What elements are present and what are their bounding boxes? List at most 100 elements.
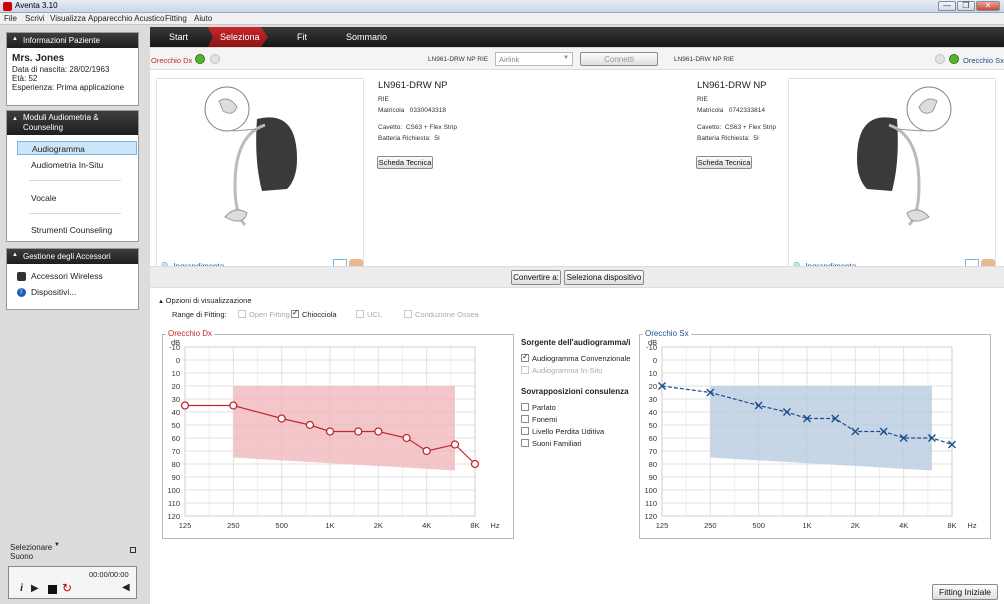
tab-sommario[interactable]: Sommario xyxy=(346,32,387,42)
stop-icon[interactable] xyxy=(48,585,57,594)
detach-icon[interactable] xyxy=(130,547,136,553)
right-battery: 5I xyxy=(434,135,440,142)
play-icon[interactable]: ▶ xyxy=(31,583,43,595)
hearing-aid-image xyxy=(857,86,952,227)
overlay-livello-label: Livello Perdita Uditiva xyxy=(532,427,605,437)
y-tick-label: 90 xyxy=(649,473,657,482)
x-tick-label: 8K xyxy=(947,521,956,530)
overlay-livello-checkbox[interactable]: Livello Perdita Uditiva xyxy=(521,427,641,436)
info-icon[interactable]: i xyxy=(16,583,27,595)
volume-icon[interactable]: ◀ xyxy=(122,582,134,594)
repeat-icon[interactable]: ↻ xyxy=(62,581,74,595)
bone-conduction-checkbox[interactable]: Conduzione Ossea xyxy=(404,310,479,319)
dropdown-arrow-icon[interactable]: ▼ xyxy=(54,542,60,548)
sound-select-label[interactable]: Selezionare Suono xyxy=(10,543,70,561)
connect-button[interactable]: Connetti xyxy=(580,52,658,66)
left-ear-status-icon xyxy=(935,54,945,64)
modules-panel-header[interactable]: ▲ Moduli Audiometria & Counseling xyxy=(7,111,138,135)
y-tick-label: 100 xyxy=(644,486,657,495)
chevron-down-icon: ▼ xyxy=(563,55,569,61)
overlay-fonemi-checkbox[interactable]: Fonemi xyxy=(521,415,641,424)
tab-start[interactable]: Start xyxy=(169,32,188,42)
modules-panel: ▲ Moduli Audiometria & Counseling Audiogr… xyxy=(6,110,139,242)
right-ear-status-icon xyxy=(210,54,220,64)
y-tick-label: 70 xyxy=(172,447,180,456)
x-tick-label: 250 xyxy=(704,521,717,530)
open-fitting-checkbox[interactable]: Open Fitting xyxy=(238,310,290,319)
y-tick-label: 70 xyxy=(649,447,657,456)
x-tick-label: 250 xyxy=(227,521,240,530)
module-strumenti-counseling[interactable]: Strumenti Counseling xyxy=(17,223,137,237)
maximize-button[interactable]: ❐ xyxy=(957,1,975,11)
checkbox-icon xyxy=(521,415,529,424)
menu-scrivi[interactable]: Scrivi xyxy=(25,14,45,23)
patient-header-label: Informazioni Paziente xyxy=(23,36,100,45)
workflow-tabs: Start Seleziona Fit Sommario xyxy=(150,27,1004,47)
x-tick-label: 2K xyxy=(851,521,860,530)
accessory-wireless[interactable]: Accessori Wireless xyxy=(17,269,137,283)
y-tick-label: 110 xyxy=(645,499,657,508)
left-audiogram-title: Orecchio Sx xyxy=(643,329,691,338)
cochlea-checkbox[interactable]: Chiocciola xyxy=(291,308,337,319)
separator xyxy=(29,213,121,214)
action-strip: Convertire a: Seleziona dispositivo xyxy=(150,266,1004,288)
fitting-range-area xyxy=(233,386,455,471)
right-audiogram-chart[interactable]: dB-100102030405060708090100110120125 250 5… xyxy=(163,335,513,538)
menu-aiuto[interactable]: Aiuto xyxy=(194,14,212,23)
overlay-suoni-checkbox[interactable]: Suoni Familiari xyxy=(521,439,641,448)
module-audiometria-insitu[interactable]: Audiometria In-Situ xyxy=(17,158,137,172)
tab-seleziona[interactable]: Seleziona xyxy=(220,32,260,42)
menu-file[interactable]: File xyxy=(4,14,17,23)
menu-apparecchio[interactable]: Apparecchio Acustico xyxy=(88,14,165,23)
source-header: Sorgente dell'audiogramma/i xyxy=(521,338,631,347)
patient-panel-header[interactable]: ▲ Informazioni Paziente xyxy=(7,33,138,48)
patient-experience: Esperienza: Prima applicazione xyxy=(12,83,125,92)
device-bar: Orecchio Dx LN961-DRW NP RIE Airlink ▼ C… xyxy=(150,48,1004,70)
overlay-parlato-checkbox[interactable]: Parlato xyxy=(521,403,641,412)
collapse-arrow-icon: ▲ xyxy=(158,299,166,305)
conventional-checkbox[interactable]: Audiogramma Convenzionale xyxy=(521,352,641,363)
module-audiogramma[interactable]: Audiogramma xyxy=(17,141,137,155)
data-point xyxy=(354,427,363,436)
close-window-button[interactable]: ✕ xyxy=(976,1,1000,11)
ucl-checkbox[interactable]: UCL xyxy=(356,310,382,319)
left-audiogram-chart[interactable]: dB-100102030405060708090100110120125 250 5… xyxy=(640,335,990,538)
left-battery: 5I xyxy=(753,135,759,142)
accessories-header-label: Gestione degli Accessori xyxy=(23,252,111,261)
insitu-checkbox[interactable]: Audiogramma In-Situ xyxy=(521,366,641,375)
module-vocale[interactable]: Vocale xyxy=(17,191,137,205)
menu-fitting[interactable]: Fitting xyxy=(165,14,187,23)
accessory-dispositivi[interactable]: Dispositivi... xyxy=(17,285,137,299)
convert-button[interactable]: Convertire a: xyxy=(511,270,561,285)
left-spec-button[interactable]: Scheda Tecnica xyxy=(696,156,752,169)
right-ear-label: Orecchio Dx xyxy=(151,56,193,65)
player-controls: 00:00/00:00 i ▶ ↻ ◀ xyxy=(8,566,137,599)
cable-label: Cavetto: xyxy=(378,124,403,131)
y-tick-label: 100 xyxy=(167,486,180,495)
link-select[interactable]: Airlink ▼ xyxy=(495,52,573,66)
patient-age: Età: 52 xyxy=(12,74,38,83)
y-tick-label: 10 xyxy=(172,369,180,378)
initial-fitting-button[interactable]: Fitting Iniziale xyxy=(932,584,998,600)
data-point xyxy=(325,427,335,436)
tab-fit[interactable]: Fit xyxy=(297,32,307,42)
overlay-fonemi-label: Fonemi xyxy=(532,415,558,425)
x-axis-unit: Hz xyxy=(490,521,499,530)
minimize-button[interactable]: — xyxy=(938,1,956,11)
serial-label: Matricola xyxy=(697,107,724,114)
collapse-arrow-icon: ▲ xyxy=(12,252,18,258)
right-device-info: LN961-DRW NP RIE Matricola 0330043318 Ca… xyxy=(378,80,528,142)
x-tick-label: 500 xyxy=(752,521,765,530)
fitting-range-area xyxy=(710,386,932,471)
accessories-panel-header[interactable]: ▲ Gestione degli Accessori xyxy=(7,249,138,264)
x-tick-label: 1K xyxy=(802,521,811,530)
select-device-button[interactable]: Seleziona dispositivo xyxy=(564,270,644,285)
menu-visualizza[interactable]: Visualizza xyxy=(50,14,86,23)
cochlea-label: Chiocciola xyxy=(302,310,337,319)
display-options-toggle[interactable]: ▲ Opzioni di visualizzazione xyxy=(158,296,252,305)
data-point xyxy=(470,459,480,469)
open-fitting-label: Open Fitting xyxy=(249,310,290,319)
checkbox-icon xyxy=(404,310,412,319)
right-spec-button[interactable]: Scheda Tecnica xyxy=(377,156,433,169)
y-tick-label: 20 xyxy=(649,382,657,391)
